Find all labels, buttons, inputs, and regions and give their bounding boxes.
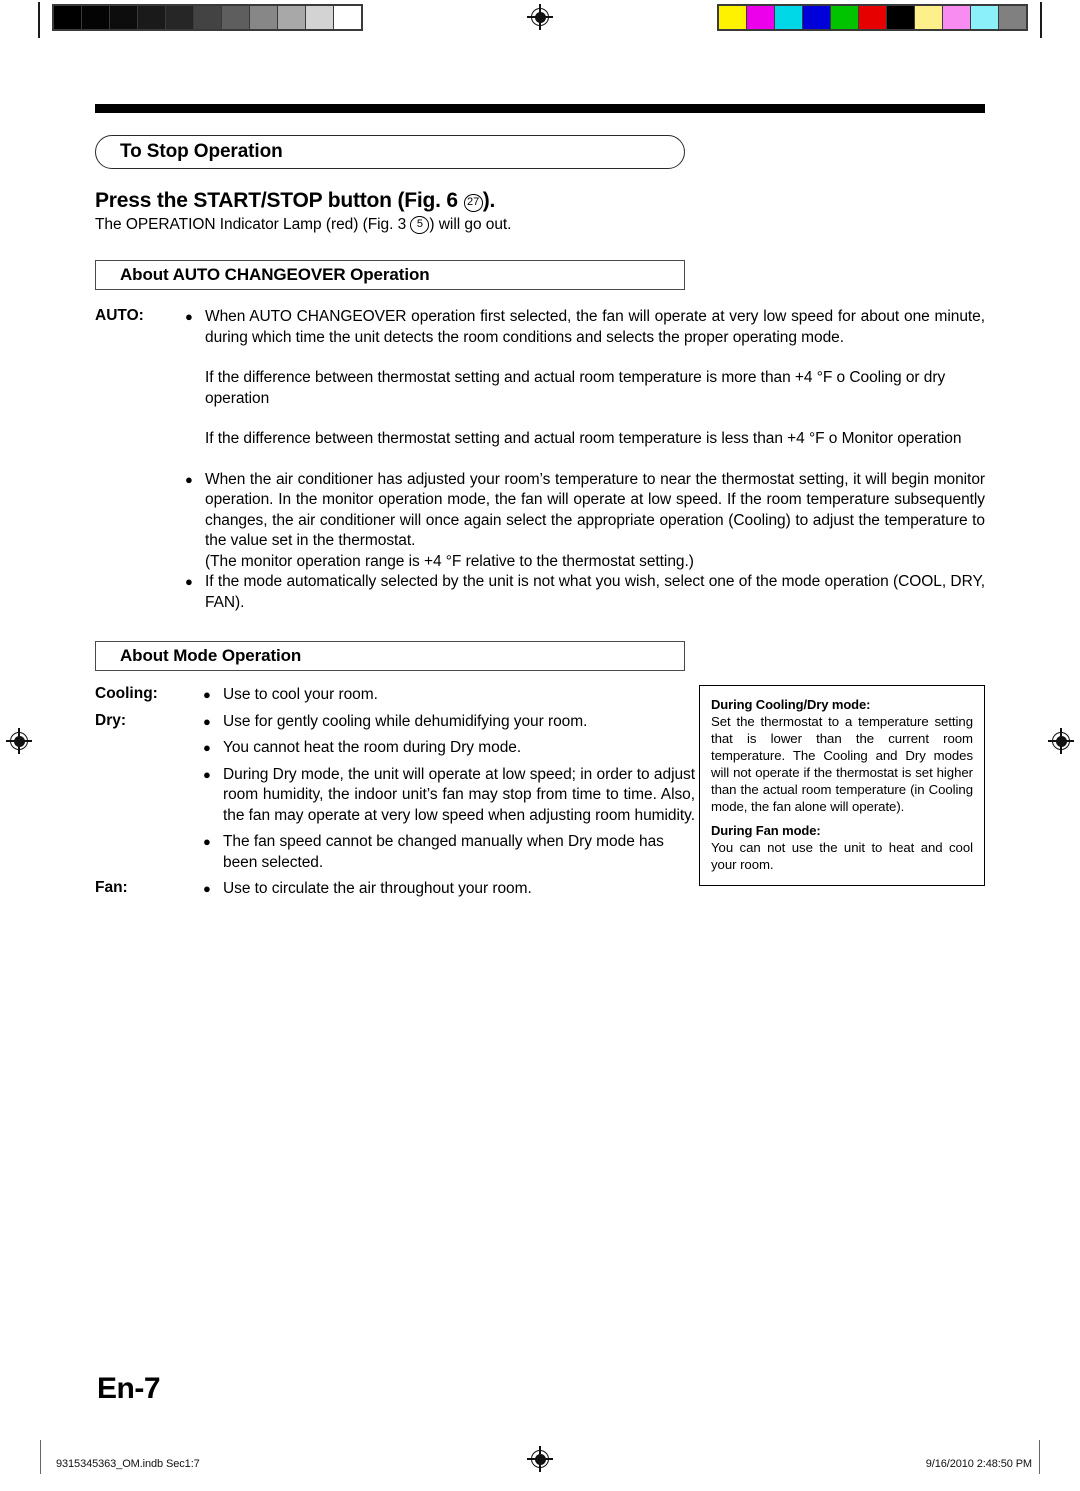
crop-mark-right <box>1040 2 1042 38</box>
color-patch <box>859 6 886 29</box>
page-content: To Stop Operation Press the START/STOP b… <box>95 104 985 900</box>
bullet-icon <box>203 738 223 759</box>
gray-patch <box>278 6 305 29</box>
color-patch <box>915 6 942 29</box>
list-item-text: Use to circulate the air throughout your… <box>223 880 532 897</box>
side-note-column: During Cooling/Dry mode: Set the thermos… <box>699 685 985 900</box>
color-patch <box>719 6 746 29</box>
list-item-text: Use for gently cooling while dehumidifyi… <box>223 712 588 730</box>
list-item: If the difference between thermostat set… <box>95 429 985 450</box>
gray-patch <box>110 6 137 29</box>
color-patch <box>999 6 1026 29</box>
color-patch <box>971 6 998 29</box>
list-item-text: If the difference between thermostat set… <box>205 430 962 447</box>
term-label-dry: Dry: <box>95 711 127 729</box>
term-label-fan: Fan: <box>95 879 128 896</box>
gray-patch <box>82 6 109 29</box>
list-item: If the mode automatically selected by th… <box>95 572 985 613</box>
color-patch <box>803 6 830 29</box>
list-item-text: You cannot heat the room during Dry mode… <box>223 739 522 756</box>
list-item-text: If the difference between thermostat set… <box>205 369 946 407</box>
bullet-icon <box>203 832 223 853</box>
list-item: The fan speed cannot be changed manually… <box>95 832 695 873</box>
section-heading-to-stop-operation: To Stop Operation <box>95 135 685 169</box>
list-item: Cooling: Use to cool your room. <box>95 685 695 706</box>
gray-patch <box>250 6 277 29</box>
gray-patch <box>334 6 361 29</box>
color-patch <box>775 6 802 29</box>
bullet-icon <box>185 470 205 491</box>
section-heading-label: To Stop Operation <box>120 141 283 162</box>
mode-operation-columns: Cooling: Use to cool your room. Dry: Use… <box>95 685 985 900</box>
registration-target-icon <box>527 1446 553 1472</box>
term-label-cooling: Cooling: <box>95 685 158 702</box>
grayscale-step-wedge <box>52 4 363 31</box>
color-patch <box>831 6 858 29</box>
mode-operation-body: Cooling: Use to cool your room. Dry: Use… <box>95 685 695 900</box>
footer-file-reference: 9315345363_OM.indb Sec1:7 <box>56 1458 200 1470</box>
note-title-fan: During Fan mode: <box>711 823 821 838</box>
footer-timestamp: 9/16/2010 2:48:50 PM <box>925 1458 1032 1470</box>
registration-target-icon <box>1048 728 1074 754</box>
list-item-text: When the air conditioner has adjusted yo… <box>205 470 985 550</box>
crop-mark-left <box>38 2 40 38</box>
list-item: AUTO: When AUTO CHANGEOVER operation fir… <box>95 307 985 348</box>
gray-patch <box>138 6 165 29</box>
operation-lamp-note-suffix: ) will go out. <box>429 216 512 233</box>
operation-lamp-note-prefix: The OPERATION Indicator Lamp (red) (Fig.… <box>95 216 411 233</box>
list-item-text: During Dry mode, the unit will operate a… <box>223 765 695 824</box>
crop-mark-bottom-right <box>1039 1440 1041 1474</box>
color-patch <box>747 6 774 29</box>
list-item: When the air conditioner has adjusted yo… <box>95 470 985 552</box>
list-item: During Dry mode, the unit will operate a… <box>95 765 695 827</box>
list-item-text: Use to cool your room. <box>223 686 378 703</box>
section-heading-mode-operation: About Mode Operation <box>95 641 685 671</box>
registration-target-icon <box>527 4 553 30</box>
registration-target-icon <box>6 728 32 754</box>
gray-patch <box>306 6 333 29</box>
term-label-auto: AUTO: <box>95 307 144 324</box>
gray-patch <box>194 6 221 29</box>
process-color-bar <box>717 4 1028 31</box>
bullet-icon <box>203 685 223 706</box>
list-item-text: When AUTO CHANGEOVER operation first sel… <box>205 308 985 346</box>
crop-mark-bottom-left <box>40 1440 42 1474</box>
bullet-icon <box>185 307 205 328</box>
bullet-icon <box>203 712 223 733</box>
color-patch <box>943 6 970 29</box>
circled-number-27: 27 <box>463 194 483 212</box>
list-item-text: (The monitor operation range is +4 °F re… <box>205 552 694 570</box>
press-instruction-prefix: Press the START/STOP button (Fig. 6 <box>95 189 464 212</box>
list-item-text: The fan speed cannot be changed manually… <box>223 833 664 871</box>
list-item-text: If the mode automatically selected by th… <box>205 573 985 611</box>
operation-lamp-note: The OPERATION Indicator Lamp (red) (Fig.… <box>95 216 985 234</box>
gray-patch <box>222 6 249 29</box>
list-item: Fan: Use to circulate the air throughout… <box>95 879 695 900</box>
list-item: Dry: Use for gently cooling while dehumi… <box>95 712 695 733</box>
press-instruction-suffix: ). <box>482 189 496 212</box>
bullet-icon <box>203 765 223 786</box>
press-start-stop-instruction: Press the START/STOP button (Fig. 6 27). <box>95 189 985 213</box>
gray-patch <box>54 6 81 29</box>
section-heading-label: About Mode Operation <box>120 646 302 665</box>
note-text-fan: You can not use the unit to heat and coo… <box>711 840 973 872</box>
page-number: En-7 <box>97 1372 161 1405</box>
section-heading-label: About AUTO CHANGEOVER Operation <box>120 265 430 284</box>
gray-patch <box>166 6 193 29</box>
list-item: If the difference between thermostat set… <box>95 368 985 409</box>
list-item: (The monitor operation range is +4 °F re… <box>95 552 985 573</box>
note-title-cooling-dry: During Cooling/Dry mode: <box>711 697 871 712</box>
bullet-icon <box>203 879 223 900</box>
mode-note-box: During Cooling/Dry mode: Set the thermos… <box>699 685 985 886</box>
circled-number-5: 5 <box>410 216 430 234</box>
bullet-icon <box>185 572 205 593</box>
auto-changeover-body: AUTO: When AUTO CHANGEOVER operation fir… <box>95 307 985 613</box>
note-text-cooling-dry: Set the thermostat to a temperature sett… <box>711 714 973 814</box>
color-patch <box>887 6 914 29</box>
list-item: You cannot heat the room during Dry mode… <box>95 738 695 759</box>
top-divider-rule <box>95 104 985 113</box>
section-heading-auto-changeover: About AUTO CHANGEOVER Operation <box>95 260 685 290</box>
